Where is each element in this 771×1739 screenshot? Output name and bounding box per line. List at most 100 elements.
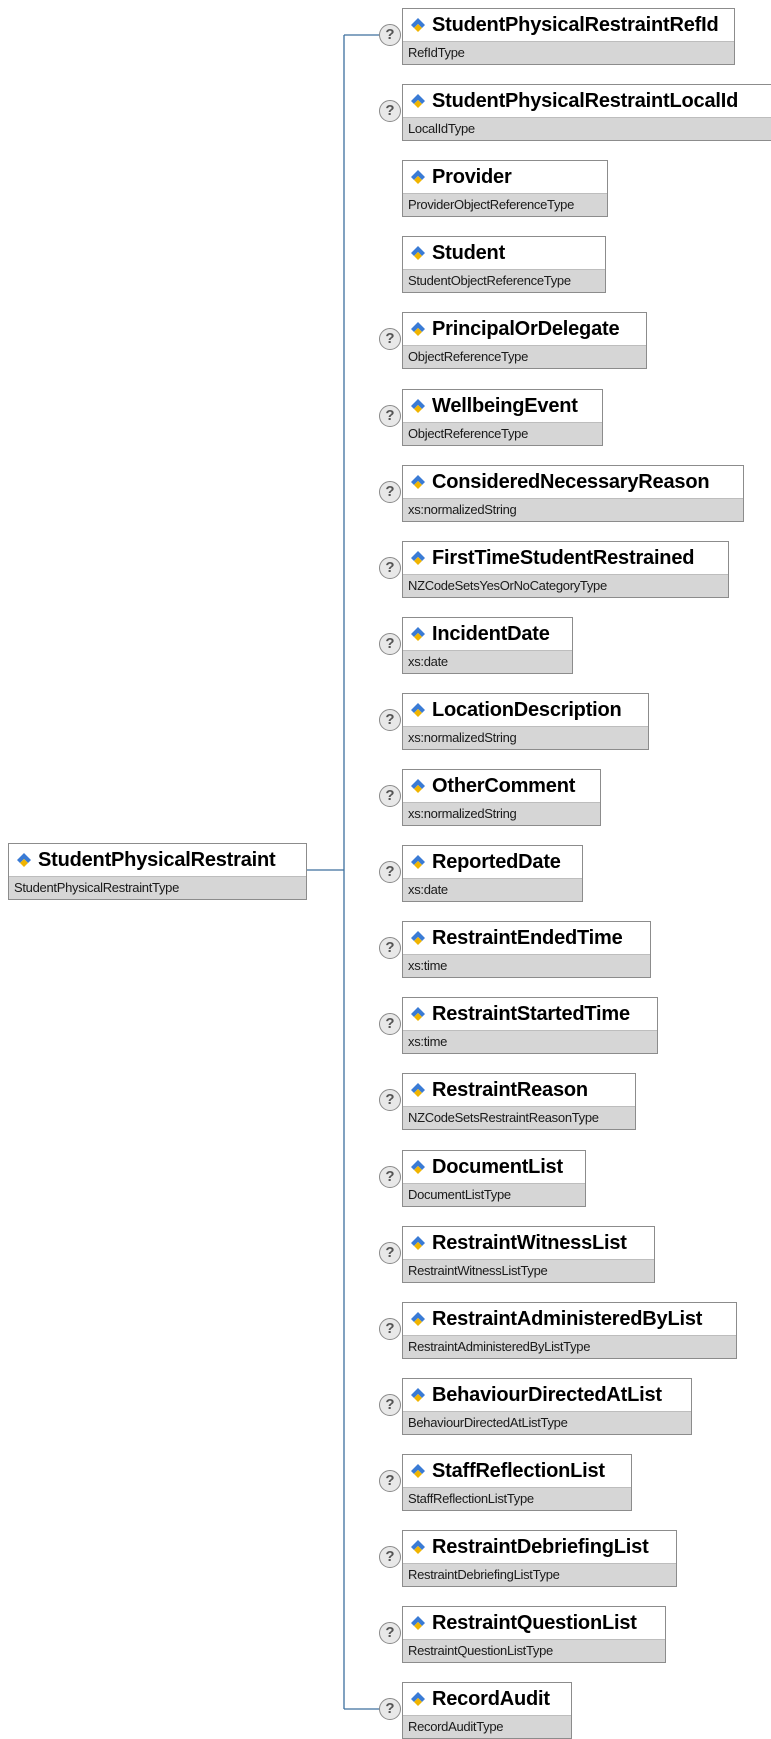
optional-marker-icon[interactable]: ? xyxy=(379,1698,401,1720)
element-name: RestraintAdministeredByList xyxy=(432,1307,703,1330)
element-diamond-icon xyxy=(411,855,425,869)
optional-marker-icon[interactable]: ? xyxy=(379,1318,401,1340)
child-element-node[interactable]: DocumentList DocumentListType xyxy=(402,1150,586,1207)
element-diamond-icon xyxy=(411,1236,425,1250)
element-name: Provider xyxy=(432,165,512,188)
element-type: NZCodeSetsRestraintReasonType xyxy=(403,1106,635,1129)
child-element-node[interactable]: IncidentDate xs:date xyxy=(402,617,573,674)
optional-marker-icon[interactable]: ? xyxy=(379,937,401,959)
element-name: RestraintEndedTime xyxy=(432,926,623,949)
element-diamond-icon xyxy=(411,322,425,336)
optional-marker-icon[interactable]: ? xyxy=(379,633,401,655)
optional-marker-icon[interactable]: ? xyxy=(379,1622,401,1644)
element-type: RestraintAdministeredByListType xyxy=(403,1335,736,1358)
element-name: StaffReflectionList xyxy=(432,1459,605,1482)
root-element-type: StudentPhysicalRestraintType xyxy=(9,876,306,899)
child-element-node[interactable]: RestraintDebriefingList RestraintDebriefi… xyxy=(402,1530,677,1587)
element-name: OtherComment xyxy=(432,774,576,797)
child-element-node[interactable]: Student StudentObjectReferenceType xyxy=(402,236,606,293)
element-type: xs:time xyxy=(403,954,650,977)
element-name: StudentPhysicalRestraintLocalId xyxy=(432,89,739,112)
child-element-node[interactable]: Provider ProviderObjectReferenceType xyxy=(402,160,608,217)
optional-marker-icon[interactable]: ? xyxy=(379,24,401,46)
element-name: IncidentDate xyxy=(432,622,550,645)
schema-diagram: StudentPhysicalRestraint StudentPhysical… xyxy=(0,0,771,1739)
child-element-node[interactable]: StudentPhysicalRestraintRefId RefIdType xyxy=(402,8,735,65)
optional-marker-icon[interactable]: ? xyxy=(379,100,401,122)
element-name: BehaviourDirectedAtList xyxy=(432,1383,662,1406)
child-element-node[interactable]: LocationDescription xs:normalizedString xyxy=(402,693,649,750)
element-type: xs:time xyxy=(403,1030,657,1053)
child-element-node[interactable]: StudentPhysicalRestraintLocalId LocalIdTy… xyxy=(402,84,771,141)
element-name: RecordAudit xyxy=(432,1687,550,1710)
optional-marker-icon[interactable]: ? xyxy=(379,1242,401,1264)
element-type: ProviderObjectReferenceType xyxy=(403,193,607,216)
element-name: RestraintWitnessList xyxy=(432,1231,627,1254)
child-element-node[interactable]: StaffReflectionList StaffReflectionListTy… xyxy=(402,1454,632,1511)
child-element-node[interactable]: ReportedDate xs:date xyxy=(402,845,583,902)
element-diamond-icon xyxy=(411,94,425,108)
child-element-node[interactable]: PrincipalOrDelegate ObjectReferenceType xyxy=(402,312,647,369)
child-element-node[interactable]: RestraintAdministeredByList RestraintAdmi… xyxy=(402,1302,737,1359)
child-element-node[interactable]: RestraintWitnessList RestraintWitnessList… xyxy=(402,1226,655,1283)
element-diamond-icon xyxy=(411,1464,425,1478)
optional-marker-icon[interactable]: ? xyxy=(379,785,401,807)
element-type: RestraintDebriefingListType xyxy=(403,1563,676,1586)
element-diamond-icon xyxy=(411,1160,425,1174)
element-diamond-icon xyxy=(411,779,425,793)
element-diamond-icon xyxy=(17,853,31,867)
child-element-node[interactable]: WellbeingEvent ObjectReferenceType xyxy=(402,389,603,446)
optional-marker-icon[interactable]: ? xyxy=(379,328,401,350)
optional-marker-icon[interactable]: ? xyxy=(379,557,401,579)
optional-marker-icon[interactable]: ? xyxy=(379,1546,401,1568)
child-element-node[interactable]: RecordAudit RecordAuditType xyxy=(402,1682,572,1739)
optional-marker-icon[interactable]: ? xyxy=(379,709,401,731)
child-element-node[interactable]: RestraintQuestionList RestraintQuestionLi… xyxy=(402,1606,666,1663)
optional-marker-icon[interactable]: ? xyxy=(379,1394,401,1416)
optional-marker-icon[interactable]: ? xyxy=(379,405,401,427)
element-name: ConsideredNecessaryReason xyxy=(432,470,710,493)
element-type: StaffReflectionListType xyxy=(403,1487,631,1510)
element-type: RecordAuditType xyxy=(403,1715,571,1738)
child-element-node[interactable]: RestraintStartedTime xs:time xyxy=(402,997,658,1054)
element-type: xs:normalizedString xyxy=(403,498,743,521)
optional-marker-icon[interactable]: ? xyxy=(379,1470,401,1492)
optional-marker-icon[interactable]: ? xyxy=(379,1089,401,1111)
element-type: RestraintQuestionListType xyxy=(403,1639,665,1662)
child-element-node[interactable]: RestraintEndedTime xs:time xyxy=(402,921,651,978)
element-diamond-icon xyxy=(411,18,425,32)
element-name: ReportedDate xyxy=(432,850,561,873)
element-diamond-icon xyxy=(411,1540,425,1554)
element-diamond-icon xyxy=(411,1083,425,1097)
element-diamond-icon xyxy=(411,931,425,945)
element-diamond-icon xyxy=(411,399,425,413)
element-diamond-icon xyxy=(411,703,425,717)
element-diamond-icon xyxy=(411,1692,425,1706)
child-element-node[interactable]: OtherComment xs:normalizedString xyxy=(402,769,601,826)
optional-marker-icon[interactable]: ? xyxy=(379,1166,401,1188)
element-type: ObjectReferenceType xyxy=(403,422,602,445)
element-type: xs:normalizedString xyxy=(403,726,648,749)
element-diamond-icon xyxy=(411,627,425,641)
root-element-node[interactable]: StudentPhysicalRestraint StudentPhysical… xyxy=(8,843,307,900)
element-type: BehaviourDirectedAtListType xyxy=(403,1411,691,1434)
child-element-node[interactable]: ConsideredNecessaryReason xs:normalizedSt… xyxy=(402,465,744,522)
optional-marker-icon[interactable]: ? xyxy=(379,1013,401,1035)
element-type: DocumentListType xyxy=(403,1183,585,1206)
element-diamond-icon xyxy=(411,551,425,565)
element-type: xs:date xyxy=(403,878,582,901)
element-name: FirstTimeStudentRestrained xyxy=(432,546,695,569)
child-element-node[interactable]: RestraintReason NZCodeSetsRestraintReason… xyxy=(402,1073,636,1130)
optional-marker-icon[interactable]: ? xyxy=(379,481,401,503)
element-type: ObjectReferenceType xyxy=(403,345,646,368)
child-element-node[interactable]: BehaviourDirectedAtList BehaviourDirected… xyxy=(402,1378,692,1435)
element-type: StudentObjectReferenceType xyxy=(403,269,605,292)
element-name: WellbeingEvent xyxy=(432,394,578,417)
element-type: NZCodeSetsYesOrNoCategoryType xyxy=(403,574,728,597)
element-diamond-icon xyxy=(411,246,425,260)
child-element-node[interactable]: FirstTimeStudentRestrained NZCodeSetsYesO… xyxy=(402,541,729,598)
optional-marker-icon[interactable]: ? xyxy=(379,861,401,883)
element-type: RestraintWitnessListType xyxy=(403,1259,654,1282)
element-diamond-icon xyxy=(411,1616,425,1630)
element-type: xs:date xyxy=(403,650,572,673)
